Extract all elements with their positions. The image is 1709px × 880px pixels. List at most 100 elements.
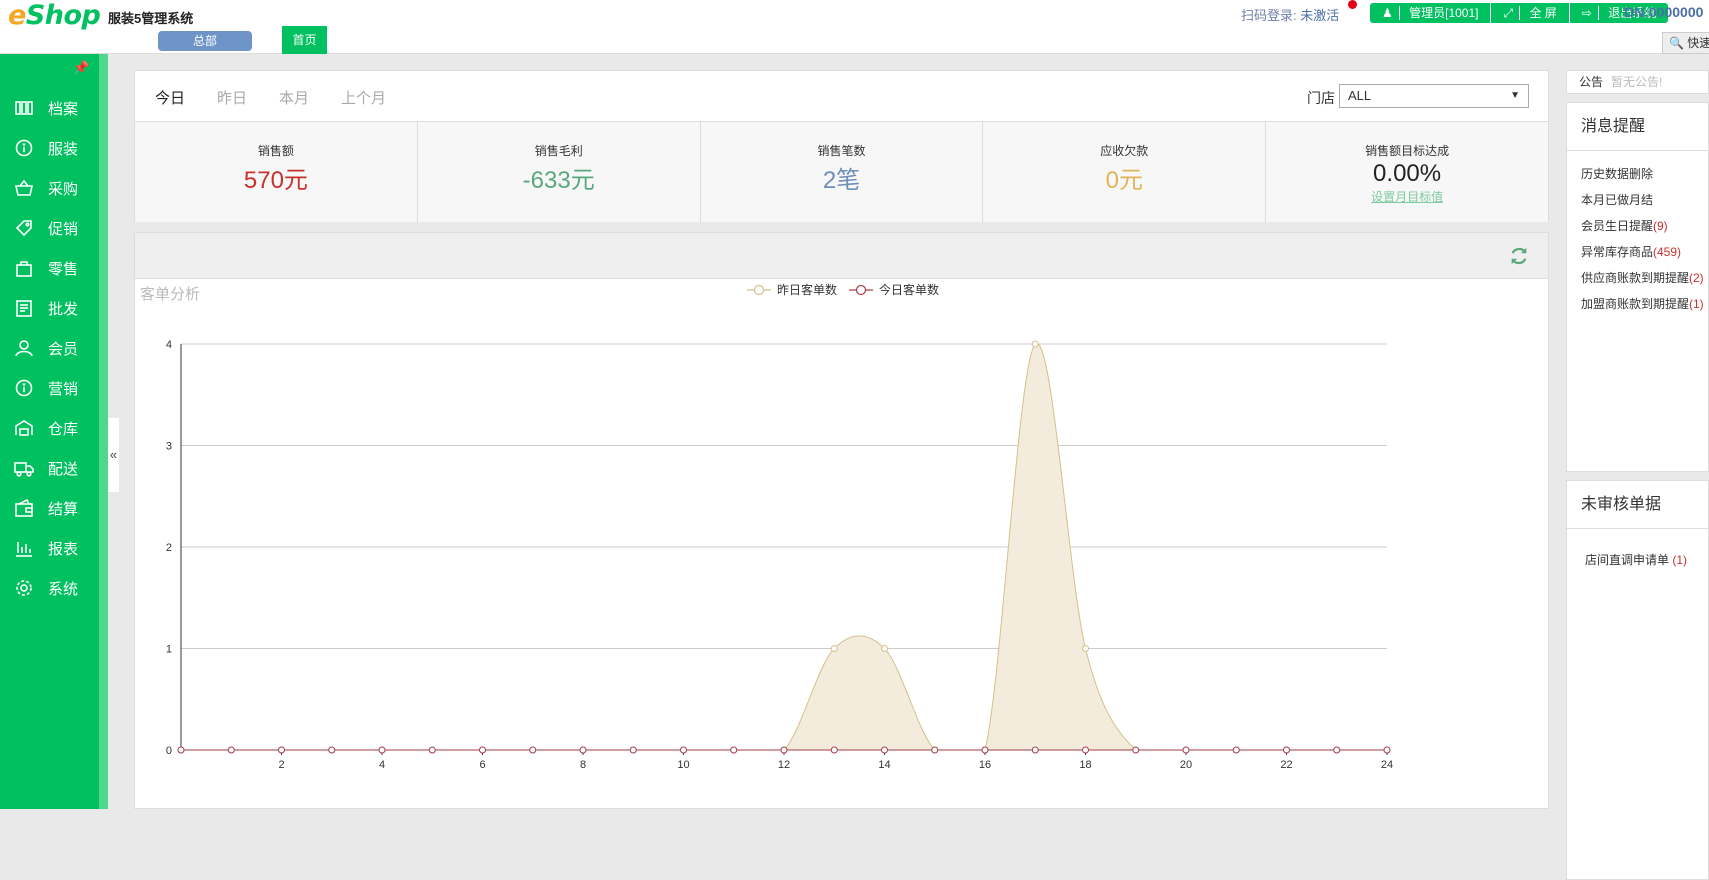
info-circle-icon (12, 378, 36, 398)
wallet-icon (12, 498, 36, 518)
stat-title: 销售笔数 (817, 144, 866, 158)
receipt-icon (12, 298, 36, 318)
sidebar-item-7[interactable]: 营销 (0, 368, 100, 408)
dropdown-arrow-icon: ▼ (1510, 90, 1520, 101)
date-tab-1[interactable]: 昨日 (217, 87, 247, 108)
data-point (1031, 340, 1039, 348)
pin-icon[interactable]: 📌 (73, 60, 89, 76)
chart-card: 客单分析 昨日客单数 今日客单数 0 1 2 3 4 2 4 6 8 10 12 14 16 18 20 22 2… (134, 232, 1549, 809)
data-point (730, 746, 738, 754)
sidebar-item-label: 报表 (48, 540, 79, 558)
unaudited-item-count: (1) (1672, 553, 1688, 567)
sidebar-item-6[interactable]: 会员 (0, 328, 100, 368)
data-point (1031, 746, 1039, 754)
data-point (680, 746, 687, 754)
x-tick-label: 20 (1180, 759, 1192, 771)
sidebar-item-5[interactable]: 批发 (0, 288, 100, 328)
date-tab-3[interactable]: 上个月 (341, 87, 386, 108)
gear-icon (12, 578, 36, 598)
sidebar-item-2[interactable]: 采购 (0, 168, 100, 208)
data-point (1383, 746, 1391, 754)
sidebar-item-label: 结算 (48, 500, 79, 518)
quick-search-button[interactable]: 🔍 快速 (1662, 32, 1709, 54)
unaudited-list: 店间直调申请单 (1) (1567, 529, 1708, 573)
date-tabs: 今日 昨日 本月 上个月 (155, 87, 418, 108)
refresh-icon[interactable] (1508, 245, 1530, 267)
message-item[interactable]: 加盟商账款到期提醒(1) (1581, 291, 1708, 317)
stat-cell: 销售笔数 2笔 (701, 122, 984, 222)
message-item[interactable]: 供应商账款到期提醒(2) (1581, 265, 1708, 291)
sidebar-edge (99, 54, 108, 809)
stat-title: 应收欠款 (1100, 144, 1149, 158)
message-item-label: 加盟商账款到期提醒 (1581, 297, 1690, 311)
sidebar-item-12[interactable]: 系统 (0, 568, 100, 608)
sidebar-item-3[interactable]: 促销 (0, 208, 100, 248)
sidebar-item-label: 批发 (48, 300, 79, 318)
sidebar-item-0[interactable]: 档案 (0, 88, 100, 128)
sidebar-item-11[interactable]: 报表 (0, 528, 100, 568)
sidebar-item-10[interactable]: 结算 (0, 488, 100, 528)
message-item[interactable]: 历史数据删除 (1581, 161, 1708, 187)
x-tick-label: 22 (1280, 759, 1292, 771)
fullscreen-button[interactable]: ⤢ 全 屏 (1491, 3, 1570, 23)
data-point (278, 746, 285, 754)
user-icon: ♟ (1376, 6, 1400, 20)
data-point (1132, 746, 1140, 754)
message-item-label: 异常库存商品 (1581, 245, 1654, 259)
archive-icon (12, 98, 36, 118)
sidebar-item-label: 会员 (48, 340, 79, 358)
data-point (1082, 645, 1089, 652)
stats-row: 销售额 570元 销售毛利 -633元 销售笔数 2笔 应收欠款 0元 销售额目标达成 0.00%… (135, 121, 1548, 222)
chart-toolbar (135, 233, 1548, 279)
sidebar-item-label: 配送 (48, 460, 79, 478)
data-point (629, 746, 637, 754)
eshop-logo: eShop (8, 0, 101, 31)
data-point (1283, 746, 1290, 754)
stat-cell: 销售额 570元 (135, 122, 418, 222)
logout-icon: ⇨ (1575, 6, 1599, 20)
expand-icon: ⤢ (1497, 6, 1521, 20)
basket-icon (12, 178, 36, 198)
message-item-count: (459) (1653, 245, 1682, 259)
store-label: 门店 (1307, 90, 1335, 106)
date-tab-2[interactable]: 本月 (279, 87, 309, 108)
sidebar-item-1[interactable]: 服装 (0, 128, 100, 168)
stat-value: 0.00% (1373, 160, 1442, 187)
data-point (881, 746, 888, 754)
store-select[interactable]: ALL ▼ (1339, 84, 1529, 108)
top-header: eShop 服装5管理系统 总部 首页 扫码登录: 未激活 ♟ 管理员[1001… (0, 0, 1709, 54)
chart-svg: 012342 4 6 8 10 12 14 16 18 20 22 24 (166, 339, 1393, 771)
data-point (931, 746, 939, 754)
unaudited-item[interactable]: 店间直调申请单 (1) (1585, 547, 1708, 573)
sidebar-item-label: 采购 (48, 180, 79, 198)
sidebar-item-label: 系统 (48, 580, 79, 598)
admin-button[interactable]: ♟ 管理员[1001] (1370, 3, 1492, 23)
y-tick-label: 0 (166, 745, 172, 757)
data-point (1232, 746, 1240, 754)
data-point (981, 746, 989, 754)
message-item-label: 会员生日提醒 (1581, 219, 1654, 233)
data-point (881, 645, 888, 652)
sidebar-item-4[interactable]: 零售 (0, 248, 100, 288)
data-point (428, 746, 436, 754)
data-point (328, 746, 336, 754)
set-monthly-target-link[interactable]: 设置月目标值 (1266, 188, 1548, 205)
scan-login[interactable]: 扫码登录: 未激活 (1241, 5, 1339, 24)
bar-chart-icon (12, 538, 36, 558)
sidebar-collapse-button[interactable]: « (108, 418, 119, 492)
sidebar-item-8[interactable]: 仓库 (0, 408, 100, 448)
tab-home[interactable]: 首页 (282, 26, 327, 54)
sidebar-item-9[interactable]: 配送 (0, 448, 100, 488)
message-item-label: 历史数据删除 (1581, 167, 1654, 181)
x-tick-label: 10 (677, 759, 689, 771)
x-tick-label: 24 (1381, 759, 1393, 771)
message-item[interactable]: 异常库存商品(459) (1581, 239, 1708, 265)
stat-title: 销售毛利 (534, 144, 583, 158)
message-item[interactable]: 本月已做月结 (1581, 187, 1708, 213)
date-tab-0[interactable]: 今日 (155, 87, 185, 108)
unaudited-title: 未审核单据 (1567, 481, 1708, 529)
x-tick-label: 12 (778, 759, 790, 771)
message-item[interactable]: 会员生日提醒(9) (1581, 213, 1708, 239)
stat-cell: 销售额目标达成 0.00% 设置月目标值 (1266, 122, 1548, 222)
hq-button[interactable]: 总部 (158, 31, 252, 51)
